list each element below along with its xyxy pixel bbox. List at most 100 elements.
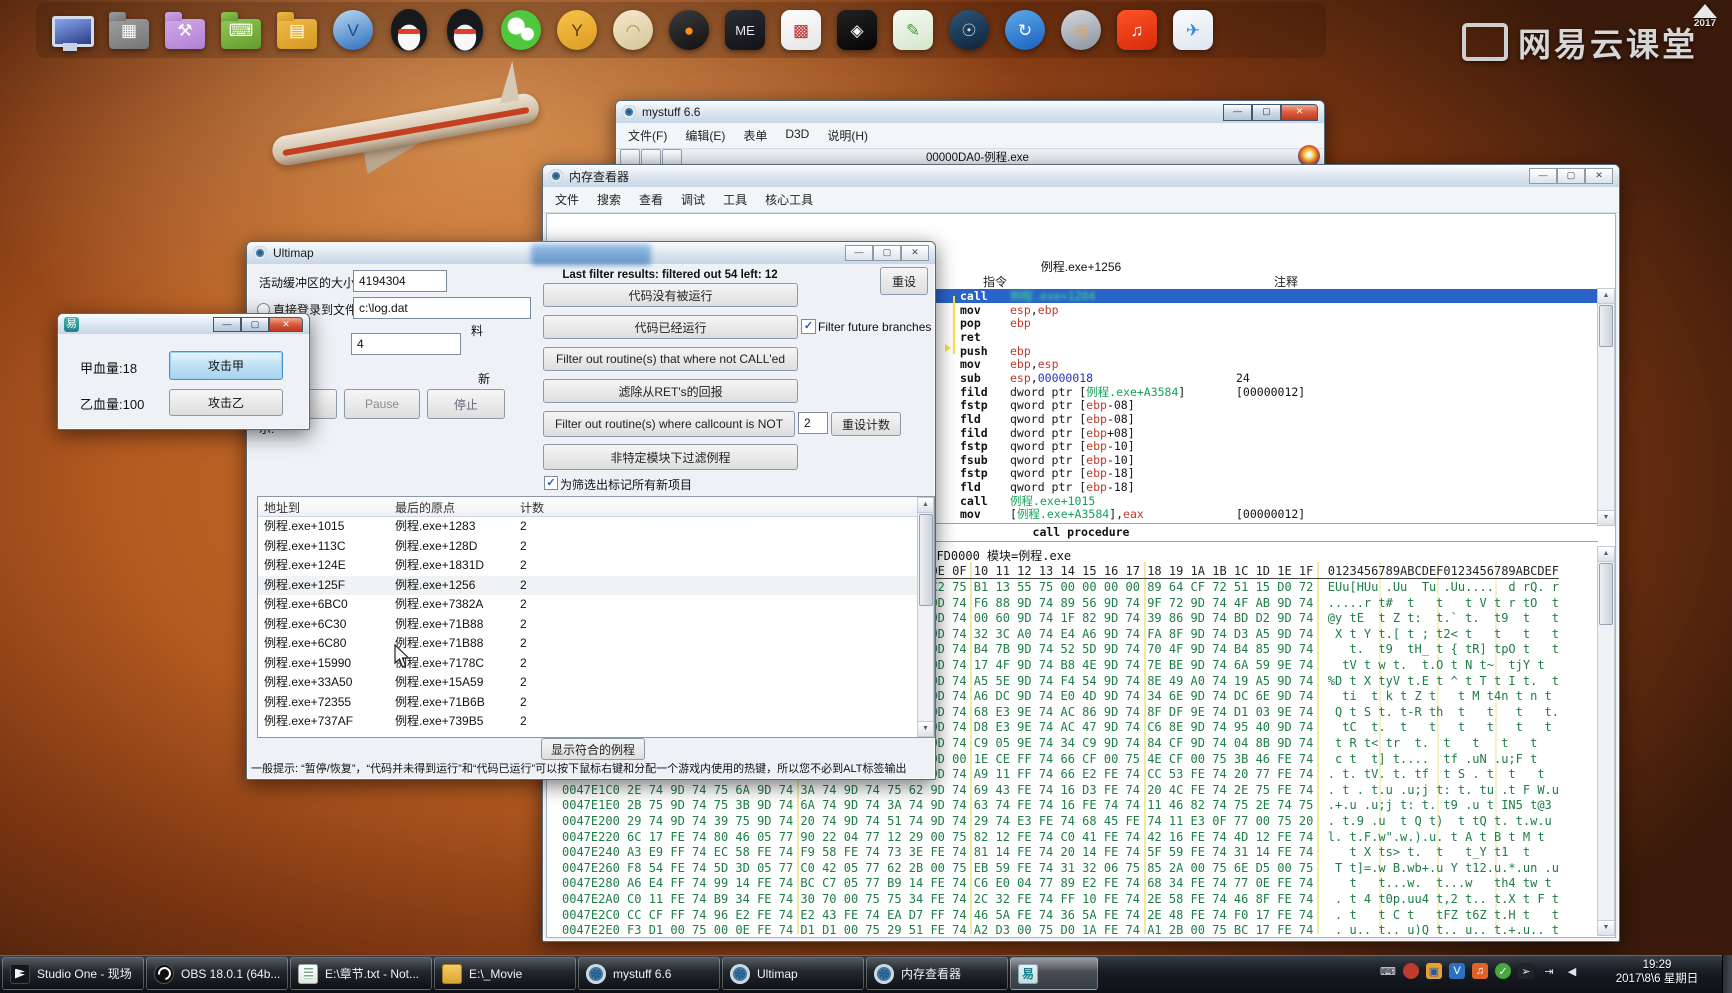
close-button[interactable]: ✕ <box>1585 168 1613 184</box>
tray-volume-icon[interactable]: ◀ <box>1564 963 1580 979</box>
maximize-button[interactable]: ▢ <box>1252 104 1281 121</box>
callcount-input[interactable]: 2 <box>798 412 828 434</box>
scroll-up-arrow[interactable]: ▲ <box>1598 547 1614 562</box>
taskbar-item-Ultimap[interactable]: Ultimap <box>722 957 864 990</box>
hex-row[interactable]: 0047E240 A3 E9 FF 74 EC 58 FE 74 F9 58 F… <box>562 845 1559 861</box>
hex-row[interactable]: 0047E1C0 2E 74 9D 74 75 6A 9D 74 3A 74 9… <box>562 783 1559 799</box>
list-scrollbar[interactable]: ▲ ▼ <box>917 497 934 737</box>
tray-mouse-tool-icon[interactable]: ➢ <box>1518 963 1534 979</box>
maximize-button[interactable]: ▢ <box>873 245 901 261</box>
tray-antivirus-ball-icon[interactable] <box>1403 963 1419 979</box>
tray-netease-tray-icon[interactable]: ♫ <box>1472 963 1488 979</box>
qq-browser-icon[interactable]: ↻ <box>1004 8 1046 52</box>
game-titlebar[interactable]: 易 — ▢ ✕ <box>58 314 309 334</box>
scroll-up-arrow[interactable]: ▲ <box>918 498 933 513</box>
v-browser-icon[interactable]: V <box>332 8 374 52</box>
routine-rows[interactable]: 例程.exe+1015例程.exe+12832例程.exe+113C例程.exe… <box>258 517 918 737</box>
filter-ret-button[interactable]: 滤除从RET's的回报 <box>543 379 798 403</box>
scroll-up-arrow[interactable]: ▲ <box>1598 289 1614 304</box>
stop-button[interactable]: 停止 <box>427 389 505 419</box>
netease-music-icon[interactable]: ♫ <box>1116 8 1158 52</box>
column-address-to[interactable]: 地址到 <box>264 499 300 516</box>
menu-item[interactable]: 搜索 <box>597 191 621 208</box>
scroll-down-arrow[interactable]: ▼ <box>1598 920 1614 935</box>
wechat-icon[interactable] <box>500 8 542 52</box>
fl-studio-icon[interactable]: ● <box>668 8 710 52</box>
taskbar-clock[interactable]: 19:29 2017\8\6 星期日 <box>1598 958 1716 986</box>
steam-icon[interactable]: ☉ <box>948 8 990 52</box>
tray-v-app-icon[interactable]: V <box>1449 963 1465 979</box>
memory-viewer-titlebar[interactable]: 内存查看器 — ▢ ✕ <box>543 165 1619 187</box>
log-file-input[interactable]: c:\log.dat <box>353 297 531 319</box>
scrollbar-thumb[interactable] <box>1599 563 1613 625</box>
routine-row[interactable]: 例程.exe+6C80例程.exe+71B882 <box>258 634 918 654</box>
seal-app-icon[interactable]: ▩ <box>780 8 822 52</box>
overwatch-icon[interactable]: ◎ <box>1060 8 1102 52</box>
reset-button[interactable]: 重设 <box>880 267 928 295</box>
routine-row[interactable]: 例程.exe+737AF例程.exe+739B52 <box>258 712 918 732</box>
taskbar-item-Studio One - 现场[interactable]: Studio One - 现场 <box>2 957 144 990</box>
code-not-executed-button[interactable]: 代码没有被运行 <box>543 283 798 307</box>
games-folder-icon[interactable]: ⌨ <box>220 8 262 52</box>
unity-icon[interactable]: ◈ <box>836 8 878 52</box>
reset-count-button[interactable]: 重设计数 <box>831 412 901 436</box>
hex-row[interactable]: 0047E220 6C 17 FE 74 80 46 05 77 90 22 0… <box>562 830 1559 846</box>
scrollbar-thumb[interactable] <box>1599 305 1613 347</box>
hex-row[interactable]: 0047E2E0 F3 D1 00 75 00 0E FE 74 D1 D1 0… <box>562 923 1559 935</box>
routine-row[interactable]: 例程.exe+1015例程.exe+12832 <box>258 517 918 537</box>
close-button[interactable]: ✕ <box>1281 104 1318 121</box>
hex-row[interactable]: 0047E2C0 CC CF FF 74 96 E2 FE 74 E2 43 F… <box>562 908 1559 924</box>
column-instruction[interactable]: 指令 <box>983 273 1007 290</box>
minimize-button[interactable]: — <box>1529 168 1557 184</box>
hex-scrollbar[interactable]: ▲ ▼ <box>1597 546 1615 936</box>
tray-keyboard-icon[interactable]: ⌨ <box>1380 963 1396 979</box>
my-computer-icon[interactable] <box>52 8 94 52</box>
hex-row[interactable]: 0047E200 29 74 9D 74 39 75 9D 74 20 74 9… <box>562 814 1559 830</box>
column-count[interactable]: 计数 <box>520 499 544 516</box>
show-desktop-button[interactable] <box>1722 955 1732 993</box>
menu-item[interactable]: 核心工具 <box>765 191 813 208</box>
maximize-button[interactable]: ▢ <box>241 317 269 332</box>
tray-usb-device-icon[interactable]: ⇥ <box>1541 963 1557 979</box>
code-executed-button[interactable]: 代码已经运行 <box>543 315 798 339</box>
menu-item[interactable]: 工具 <box>723 191 747 208</box>
attack-a-button[interactable]: 攻击甲 <box>169 351 283 380</box>
routine-row[interactable]: 例程.exe+72355例程.exe+71B6B2 <box>258 693 918 713</box>
menu-item[interactable]: 文件 <box>555 191 579 208</box>
apps-folder-icon[interactable]: ▦ <box>108 8 150 52</box>
routine-row[interactable]: 例程.exe+125F例程.exe+12562 <box>258 576 918 596</box>
module-filter-button[interactable]: 非特定模块下过滤例程 <box>543 444 798 470</box>
menu-item[interactable]: D3D <box>785 127 809 144</box>
routine-row[interactable]: 例程.exe+113C例程.exe+128D2 <box>258 537 918 557</box>
menu-item[interactable]: 编辑(E) <box>685 127 725 144</box>
filter-callcount-button[interactable]: Filter out routine(s) where callcount is… <box>543 411 795 437</box>
scrollbar-thumb[interactable] <box>919 514 933 606</box>
maximize-button[interactable]: ▢ <box>1557 168 1585 184</box>
minimize-button[interactable]: — <box>845 245 873 261</box>
tray-safety-green-icon[interactable]: ✓ <box>1495 963 1511 979</box>
taskbar-item-E:\章节.txt - Not...[interactable]: E:\章节.txt - Not... <box>290 957 432 990</box>
hex-row[interactable]: 0047E260 F8 54 FE 74 5D 3D 05 77 C0 42 0… <box>562 861 1559 877</box>
taskbar-item-OBS 18.0.1 (64b...[interactable]: OBS 18.0.1 (64b... <box>146 957 288 990</box>
taskbar-item-mystuff 6.6[interactable]: mystuff 6.6 <box>578 957 720 990</box>
taskbar-item-game[interactable]: 易 <box>1010 957 1098 990</box>
filter-not-called-button[interactable]: Filter out routine(s) that where not CAL… <box>543 347 798 371</box>
column-last-origin[interactable]: 最后的原点 <box>395 499 455 516</box>
pause-button[interactable]: Pause <box>344 389 420 419</box>
close-button[interactable]: ✕ <box>269 317 303 332</box>
tray-photo-tool-icon[interactable]: ▣ <box>1426 963 1442 979</box>
attack-b-button[interactable]: 攻击乙 <box>169 389 283 416</box>
tools-folder-icon[interactable]: ⚒ <box>164 8 206 52</box>
scroll-down-arrow[interactable]: ▼ <box>1598 510 1614 525</box>
taskbar-item-E:\_Movie[interactable]: E:\_Movie <box>434 957 576 990</box>
routine-row[interactable]: 例程.exe+6BC0例程.exe+7382A2 <box>258 595 918 615</box>
scroll-down-arrow[interactable]: ▼ <box>918 721 933 736</box>
mass-effect-icon[interactable]: ME <box>724 8 766 52</box>
routine-row[interactable]: 例程.exe+124E例程.exe+1831D2 <box>258 556 918 576</box>
xunlei-icon[interactable]: ✈ <box>1172 8 1214 52</box>
yy-voice-icon[interactable]: Y <box>556 8 598 52</box>
hex-row[interactable]: 0047E280 A6 E4 FF 74 99 14 FE 74 BC C7 0… <box>562 876 1559 892</box>
routine-row[interactable]: 例程.exe+15990例程.exe+7178C2 <box>258 654 918 674</box>
taskbar-item-内存查看器[interactable]: 内存查看器 <box>866 957 1008 990</box>
hex-row[interactable]: 0047E1E0 2B 75 9D 74 75 3B 9D 74 6A 74 9… <box>562 798 1559 814</box>
